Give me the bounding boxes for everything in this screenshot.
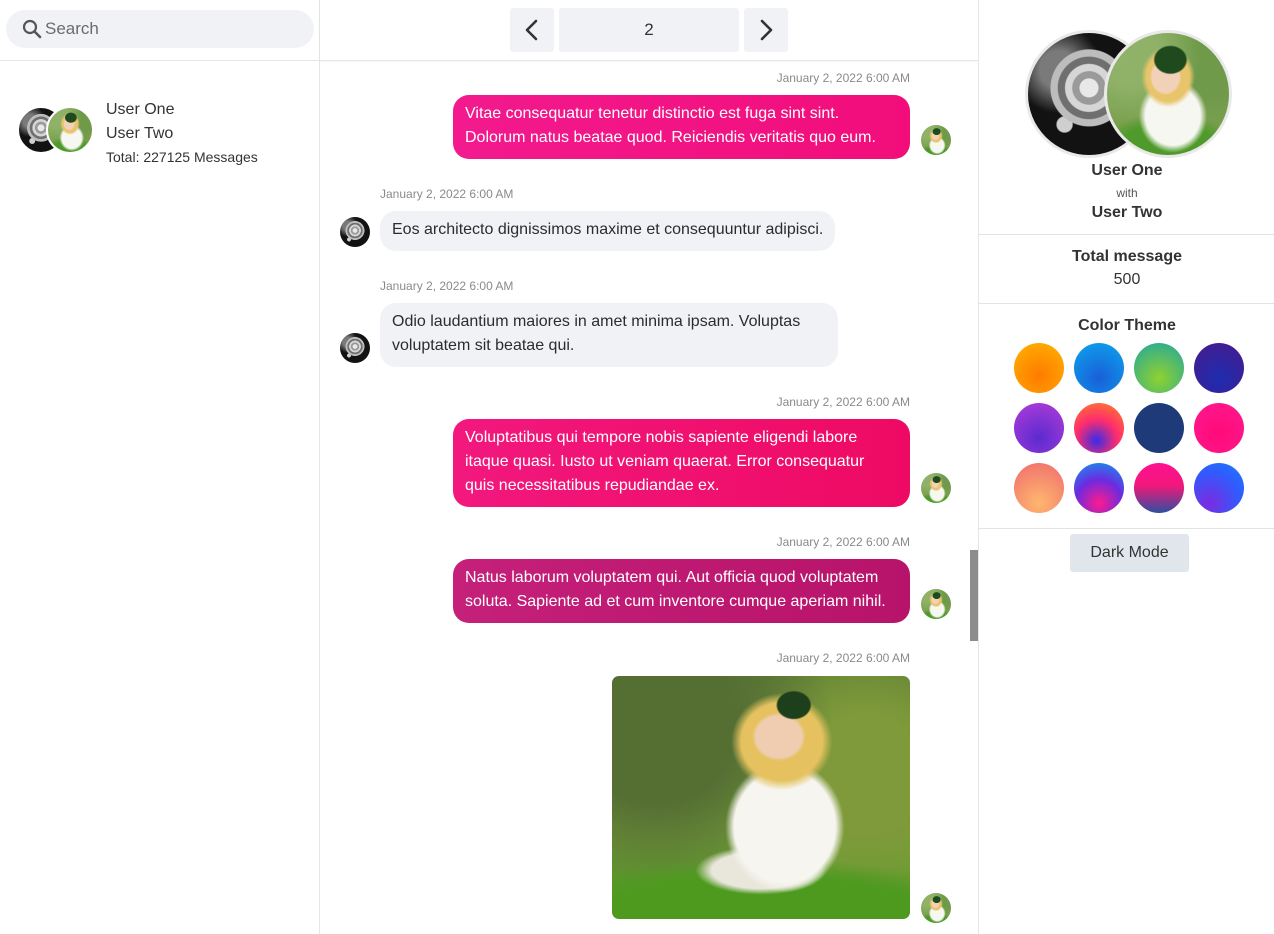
divider <box>979 234 1274 235</box>
outgoing-message-bubble: Natus laborum voluptatem qui. Aut offici… <box>453 559 910 623</box>
message-timestamp: January 2, 2022 6:00 AM <box>380 187 514 201</box>
chevron-right-icon <box>760 19 773 41</box>
search-icon <box>22 19 42 39</box>
theme-swatch[interactable] <box>1134 463 1184 513</box>
total-message-value: 500 <box>1113 271 1141 288</box>
profile-with-label: with <box>1116 186 1138 200</box>
theme-swatch[interactable] <box>1194 463 1244 513</box>
conversation-sidebar: User One User Two Total: 227125 Messages <box>0 0 320 934</box>
theme-swatch[interactable] <box>1134 403 1184 453</box>
receiver-avatar <box>340 217 370 247</box>
outgoing-message-bubble: Voluptatibus qui tempore nobis sapiente … <box>453 419 910 507</box>
theme-swatch[interactable] <box>1194 403 1244 453</box>
incoming-message-bubble: Odio laudantium maiores in amet minima i… <box>380 303 838 367</box>
theme-swatch[interactable] <box>1074 403 1124 453</box>
chevron-left-icon <box>525 19 538 41</box>
conversation-user-one: User One <box>106 101 175 118</box>
pagination-bar: 2 <box>320 0 978 61</box>
divider <box>979 303 1274 304</box>
conversation-total: Total: 227125 Messages <box>106 149 258 165</box>
message-list: January 2, 2022 6:00 AM Vitae consequatu… <box>320 61 978 934</box>
theme-swatch[interactable] <box>1014 403 1064 453</box>
theme-swatch[interactable] <box>1194 343 1244 393</box>
theme-swatch[interactable] <box>1134 343 1184 393</box>
page-number[interactable]: 2 <box>559 8 739 52</box>
color-theme-label: Color Theme <box>1078 317 1176 334</box>
search-bar <box>0 0 319 61</box>
outgoing-message-bubble: Vitae consequatur tenetur distinctio est… <box>453 95 910 159</box>
message-timestamp: January 2, 2022 6:00 AM <box>776 71 910 85</box>
photo-message[interactable] <box>612 676 910 919</box>
sender-avatar <box>921 589 951 619</box>
profile-user-two: User Two <box>1091 204 1163 221</box>
search-box[interactable] <box>6 10 314 48</box>
message-timestamp: January 2, 2022 6:00 AM <box>776 535 910 549</box>
message-timestamp: January 2, 2022 6:00 AM <box>776 395 910 409</box>
total-message-label: Total message <box>1072 248 1182 265</box>
divider <box>979 528 1274 529</box>
theme-swatch[interactable] <box>1014 343 1064 393</box>
conversation-user-two: User Two <box>106 125 174 142</box>
user-two-avatar-large <box>1104 30 1232 158</box>
sender-avatar <box>921 125 951 155</box>
theme-swatch[interactable] <box>1074 463 1124 513</box>
theme-swatch[interactable] <box>1014 463 1064 513</box>
conversation-info-panel: User One with User Two Total message 500… <box>978 0 1274 934</box>
theme-swatch[interactable] <box>1074 343 1124 393</box>
search-input[interactable] <box>45 10 295 48</box>
previous-page-button[interactable] <box>510 8 554 52</box>
profile-user-one: User One <box>1091 162 1163 179</box>
message-timestamp: January 2, 2022 6:00 AM <box>776 651 910 665</box>
incoming-message-bubble: Eos architecto dignissimos maxime et con… <box>380 211 836 251</box>
conversation-item[interactable]: User One User Two Total: 227125 Messages <box>0 92 319 172</box>
message-timestamp: January 2, 2022 6:00 AM <box>380 279 514 293</box>
receiver-avatar <box>340 333 370 363</box>
scrollbar-thumb[interactable] <box>970 550 978 641</box>
user-two-avatar <box>46 106 94 154</box>
chat-panel: 2 January 2, 2022 6:00 AM Vitae consequa… <box>320 0 978 934</box>
dark-mode-button[interactable]: Dark Mode <box>1070 534 1189 572</box>
next-page-button[interactable] <box>744 8 788 52</box>
sender-avatar <box>921 893 951 923</box>
sender-avatar <box>921 473 951 503</box>
